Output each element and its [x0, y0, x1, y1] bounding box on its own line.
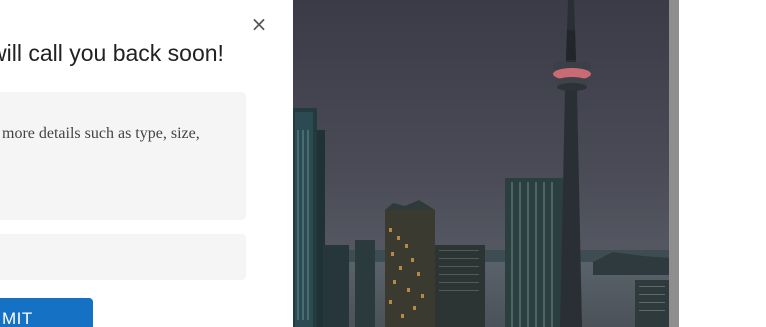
phone-input[interactable]: [0, 234, 246, 280]
page: × will call you back soon! more details …: [0, 0, 766, 327]
city-skyline-photo: [293, 0, 669, 327]
callback-modal: × will call you back soon! more details …: [0, 0, 293, 327]
right-margin: [679, 0, 766, 327]
skyline-illustration: [293, 0, 669, 327]
submit-label: MIT: [2, 309, 33, 327]
modal-title: will call you back soon!: [0, 40, 224, 66]
scroll-divider: [669, 0, 679, 327]
close-icon[interactable]: ×: [250, 14, 268, 34]
message-placeholder: more details such as type, size,: [2, 125, 200, 142]
message-textarea[interactable]: more details such as type, size,: [0, 92, 246, 220]
submit-button[interactable]: MIT: [0, 298, 93, 327]
